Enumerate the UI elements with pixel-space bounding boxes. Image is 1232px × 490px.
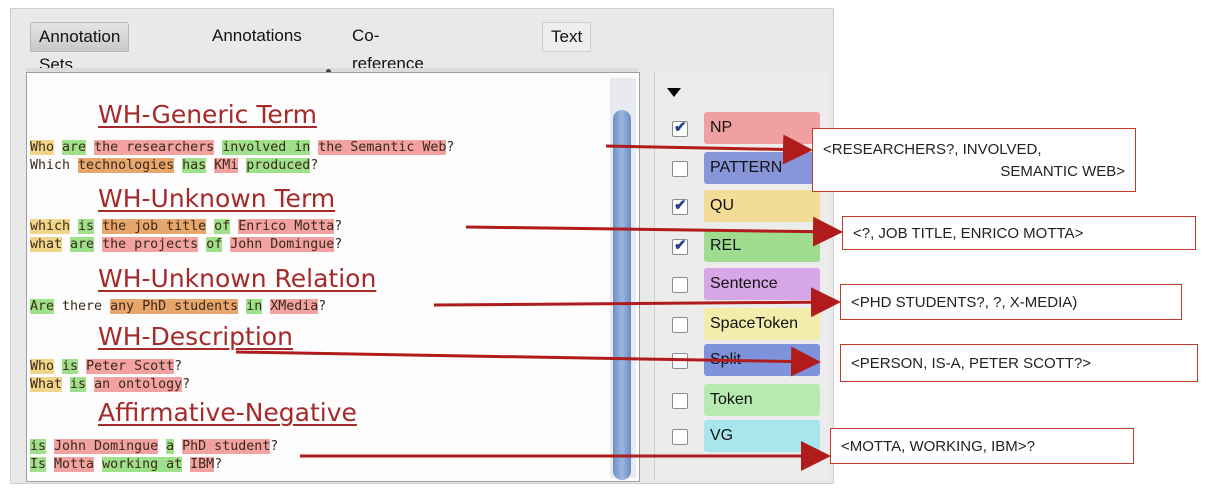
- arrow-4: [235, 346, 821, 377]
- arrow-2: [465, 216, 843, 247]
- arrow-3: [433, 287, 841, 318]
- arrows-overlay: [235, 134, 843, 471]
- arrow-1: [605, 134, 813, 165]
